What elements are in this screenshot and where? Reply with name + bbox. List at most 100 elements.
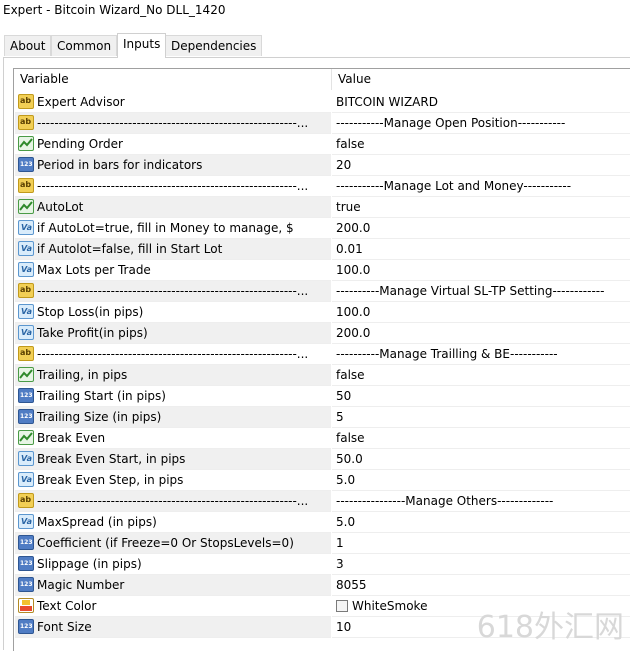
value-text: WhiteSmoke bbox=[352, 599, 428, 613]
integer-type-icon: 123 bbox=[18, 409, 34, 424]
table-row[interactable]: Va MaxSpread (in pips) 5.0 bbox=[14, 512, 630, 533]
integer-type-icon: 123 bbox=[18, 577, 34, 592]
value-cell[interactable]: 0.01 bbox=[332, 239, 630, 260]
variable-cell: Va Stop Loss(in pips) bbox=[15, 302, 331, 323]
value-cell[interactable]: 200.0 bbox=[332, 218, 630, 239]
value-cell[interactable]: 100.0 bbox=[332, 260, 630, 281]
double-type-icon: Va bbox=[18, 325, 34, 340]
value-text: 1 bbox=[336, 536, 344, 550]
color-swatch[interactable] bbox=[336, 600, 348, 612]
variable-label: Take Profit(in pips) bbox=[37, 326, 148, 340]
table-row[interactable]: Va Stop Loss(in pips) 100.0 bbox=[14, 302, 630, 323]
variable-label: Text Color bbox=[37, 599, 97, 613]
variable-cell: AutoLot bbox=[15, 197, 331, 218]
value-cell[interactable]: 200.0 bbox=[332, 323, 630, 344]
value-cell[interactable]: 5.0 bbox=[332, 512, 630, 533]
variable-cell: 123 Trailing Start (in pips) bbox=[15, 386, 331, 407]
table-row[interactable]: Va Take Profit(in pips) 200.0 bbox=[14, 323, 630, 344]
value-cell[interactable]: 50.0 bbox=[332, 449, 630, 470]
variable-cell: Va Break Even Start, in pips bbox=[15, 449, 331, 470]
double-type-icon: Va bbox=[18, 262, 34, 277]
column-header-value[interactable]: Value bbox=[332, 69, 630, 90]
variable-label: Max Lots per Trade bbox=[37, 263, 151, 277]
table-row[interactable]: ab --------------------------------------… bbox=[14, 113, 630, 134]
table-row[interactable]: ab Expert Advisor BITCOIN WIZARD bbox=[14, 92, 630, 113]
bool-type-icon bbox=[18, 199, 34, 214]
value-cell[interactable]: 8055 bbox=[332, 575, 630, 596]
value-cell[interactable]: BITCOIN WIZARD bbox=[332, 92, 630, 113]
string-type-icon: ab bbox=[18, 178, 34, 193]
variable-label: Expert Advisor bbox=[37, 95, 125, 109]
table-row[interactable]: AutoLot true bbox=[14, 197, 630, 218]
table-row[interactable]: 123 Trailing Size (in pips) 5 bbox=[14, 407, 630, 428]
variable-cell: 123 Font Size bbox=[15, 617, 331, 638]
table-row[interactable]: 123 Slippage (in pips) 3 bbox=[14, 554, 630, 575]
value-text: 3 bbox=[336, 557, 344, 571]
table-row[interactable]: 123 Period in bars for indicators 20 bbox=[14, 155, 630, 176]
value-text: 20 bbox=[336, 158, 352, 172]
table-row[interactable]: ab --------------------------------------… bbox=[14, 176, 630, 197]
tab-about[interactable]: About bbox=[4, 35, 52, 56]
value-text: 100.0 bbox=[336, 263, 371, 277]
table-row[interactable]: Va Max Lots per Trade 100.0 bbox=[14, 260, 630, 281]
variable-cell: ab --------------------------------------… bbox=[15, 176, 331, 197]
value-cell[interactable]: false bbox=[332, 134, 630, 155]
value-text: 50.0 bbox=[336, 452, 363, 466]
grid-rows: ab Expert Advisor BITCOIN WIZARD ab --------… bbox=[14, 92, 630, 638]
variable-cell: 123 Slippage (in pips) bbox=[15, 554, 331, 575]
value-cell[interactable]: 1 bbox=[332, 533, 630, 554]
value-cell[interactable]: 3 bbox=[332, 554, 630, 575]
table-row[interactable]: Va if Autolot=false, fill in Start Lot 0.0… bbox=[14, 239, 630, 260]
tab-common[interactable]: Common bbox=[51, 35, 118, 56]
table-row[interactable]: Va if AutoLot=true, fill in Money to mana… bbox=[14, 218, 630, 239]
integer-type-icon: 123 bbox=[18, 388, 34, 403]
value-cell[interactable]: 50 bbox=[332, 386, 630, 407]
value-cell[interactable]: 20 bbox=[332, 155, 630, 176]
value-cell[interactable]: -----------Manage Open Position---------… bbox=[332, 113, 630, 134]
value-cell[interactable]: ----------Manage Trailling & BE---------… bbox=[332, 344, 630, 365]
variable-label: ----------------------------------------… bbox=[37, 179, 309, 193]
value-cell[interactable]: ----------Manage Virtual SL-TP Setting--… bbox=[332, 281, 630, 302]
string-type-icon: ab bbox=[18, 283, 34, 298]
value-text: true bbox=[336, 200, 361, 214]
table-row[interactable]: 123 Coefficient (if Freeze=0 Or StopsLeve… bbox=[14, 533, 630, 554]
value-text: ----------Manage Trailling & BE---------… bbox=[336, 347, 558, 361]
string-type-icon: ab bbox=[18, 493, 34, 508]
double-type-icon: Va bbox=[18, 304, 34, 319]
table-row[interactable]: Trailing, in pips false bbox=[14, 365, 630, 386]
value-cell[interactable]: 5.0 bbox=[332, 470, 630, 491]
variable-cell: 123 Coefficient (if Freeze=0 Or StopsLeve… bbox=[15, 533, 331, 554]
variable-label: Trailing Start (in pips) bbox=[37, 389, 166, 403]
table-row[interactable]: 123 Trailing Start (in pips) 50 bbox=[14, 386, 630, 407]
variable-cell: Break Even bbox=[15, 428, 331, 449]
value-text: -----------Manage Lot and Money---------… bbox=[336, 179, 572, 193]
variable-label: ----------------------------------------… bbox=[37, 494, 309, 508]
value-cell[interactable]: false bbox=[332, 365, 630, 386]
table-row[interactable]: Va Break Even Start, in pips 50.0 bbox=[14, 449, 630, 470]
column-header-variable[interactable]: Variable bbox=[14, 69, 332, 90]
value-cell[interactable]: false bbox=[332, 428, 630, 449]
value-cell[interactable]: ----------------Manage Others-----------… bbox=[332, 491, 630, 512]
tab-bar: About Common Inputs Dependencies bbox=[0, 33, 630, 58]
double-type-icon: Va bbox=[18, 220, 34, 235]
table-row[interactable]: Va Break Even Step, in pips 5.0 bbox=[14, 470, 630, 491]
value-text: 0.01 bbox=[336, 242, 363, 256]
table-row[interactable]: 123 Magic Number 8055 bbox=[14, 575, 630, 596]
table-row[interactable]: ab --------------------------------------… bbox=[14, 344, 630, 365]
bool-type-icon bbox=[18, 367, 34, 382]
value-text: false bbox=[336, 431, 365, 445]
table-row[interactable]: Break Even false bbox=[14, 428, 630, 449]
table-row[interactable]: ab --------------------------------------… bbox=[14, 491, 630, 512]
value-cell[interactable]: 5 bbox=[332, 407, 630, 428]
value-text: false bbox=[336, 368, 365, 382]
value-cell[interactable]: true bbox=[332, 197, 630, 218]
variable-label: AutoLot bbox=[37, 200, 84, 214]
tab-dependencies[interactable]: Dependencies bbox=[165, 35, 263, 56]
value-cell[interactable]: 100.0 bbox=[332, 302, 630, 323]
value-cell[interactable]: -----------Manage Lot and Money---------… bbox=[332, 176, 630, 197]
table-row[interactable]: ab --------------------------------------… bbox=[14, 281, 630, 302]
table-row[interactable]: Pending Order false bbox=[14, 134, 630, 155]
variable-cell: Va Max Lots per Trade bbox=[15, 260, 331, 281]
bool-type-icon bbox=[18, 430, 34, 445]
tab-inputs[interactable]: Inputs bbox=[117, 33, 167, 58]
